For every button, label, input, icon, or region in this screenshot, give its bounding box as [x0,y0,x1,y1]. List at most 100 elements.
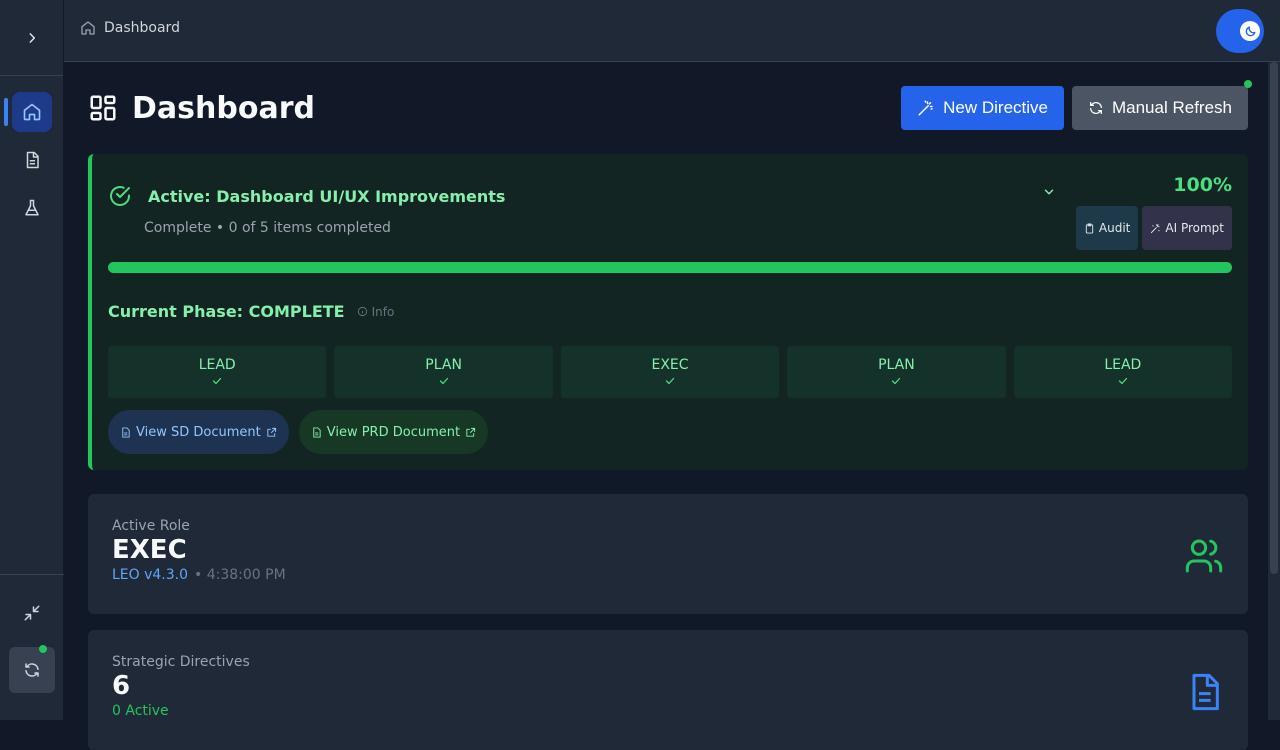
active-role-meta: LEO v4.3.0 • 4:38:00 PM [112,567,1224,583]
collapse-button[interactable] [20,601,44,625]
step-label: LEAD [198,357,236,373]
sidebar-item-experiments[interactable] [12,188,52,228]
breadcrumb[interactable]: Dashboard [80,20,180,36]
active-directives-count: 0 Active [112,703,169,719]
sidebar-expand-button[interactable] [20,26,44,50]
refresh-icon [1089,101,1102,115]
users-icon [1185,539,1223,573]
minimize-icon [24,605,40,621]
active-role-card: Active Role EXEC LEO v4.3.0 • 4:38:00 PM [88,494,1248,614]
sidebar-refresh-button[interactable] [9,645,55,693]
progress-fill [108,262,1232,273]
page-title-text: Dashboard [132,90,315,126]
title-row: Dashboard New Directive Manual Refresh [88,62,1252,154]
check-icon [892,377,901,385]
step-label: PLAN [878,357,915,373]
step-label: PLAN [425,357,462,373]
check-icon [213,377,222,385]
audit-label: Audit [1098,221,1131,235]
info-icon [357,306,367,317]
top-header: Dashboard [64,0,1280,62]
flask-icon [24,199,39,216]
strategic-directives-meta: 0 Active [112,703,1224,719]
directive-expand-button[interactable] [1042,184,1056,203]
moon-icon [1245,25,1256,36]
directive-subtitle: Complete • 0 of 5 items completed [144,220,391,236]
breadcrumb-label: Dashboard [104,20,180,36]
refresh-icon [25,663,39,677]
manual-refresh-button[interactable]: Manual Refresh [1071,86,1248,130]
phase-step: EXEC [560,346,780,398]
step-label: EXEC [651,357,689,373]
document-icon [313,426,321,438]
page-scrollbar[interactable] [1268,62,1280,720]
view-sd-label: View SD Document [136,424,261,440]
document-links: View SD Document View PRD Document [108,410,489,454]
home-icon [23,103,40,121]
phase-step: LEAD [1013,346,1233,398]
directive-progress-bar [108,262,1232,273]
ai-prompt-button[interactable]: AI Prompt [1142,206,1232,250]
magic-wand-icon [918,100,933,116]
check-icon [665,377,675,385]
audit-button[interactable]: Audit [1075,206,1139,250]
connection-status-dot [39,645,47,653]
active-role-label: Active Role [112,518,190,534]
protocol-version: LEO v4.3.0 [112,567,189,583]
check-icon [1118,377,1127,385]
phase-steps: LEAD PLAN EXEC PLAN LEAD [108,346,1233,398]
view-prd-document-button[interactable]: View PRD Document [298,410,489,454]
directive-percent: 100% [1173,174,1232,196]
document-icon-wrap [1184,672,1224,716]
scrollbar-thumb[interactable] [1270,62,1278,574]
main-content: Dashboard New Directive Manual Refresh A… [88,62,1252,750]
new-directive-label: New Directive [943,98,1048,117]
sidebar-footer [0,574,64,720]
check-circle-icon [110,186,130,206]
theme-toggle-knob [1240,21,1260,41]
directive-header[interactable]: Active: Dashboard UI/UX Improvements [108,184,505,208]
manual-refresh-label: Manual Refresh [1111,98,1232,117]
phase-step: PLAN [334,346,553,398]
external-link-icon [466,427,476,437]
phase-title: Current Phase: COMPLETE [108,302,345,321]
strategic-directives-card: Strategic Directives 6 0 Active [88,630,1248,750]
document-icon [122,426,130,438]
phase-step: PLAN [787,346,1006,398]
theme-toggle[interactable] [1216,9,1264,53]
document-icon [26,151,39,169]
users-icon-wrap [1184,536,1224,580]
sidebar-item-dashboard[interactable] [3,92,52,132]
document-icon [1192,673,1219,711]
view-prd-label: View PRD Document [326,424,461,440]
current-phase: Current Phase: COMPLETE Info [108,302,394,321]
sidebar-nav [0,76,63,228]
dashboard-grid-icon [90,95,116,121]
clipboard-icon [1085,222,1094,234]
header-actions: New Directive Manual Refresh [901,80,1252,130]
sidebar [0,0,64,720]
home-icon [81,21,95,35]
active-role-value: EXEC [112,535,187,565]
live-status-dot [1244,80,1252,88]
strategic-directives-count: 6 [112,671,131,701]
chevron-down-icon [1044,189,1054,195]
view-sd-document-button[interactable]: View SD Document [108,410,289,454]
page-title: Dashboard [88,91,315,126]
sidebar-item-documents[interactable] [12,140,52,180]
strategic-directives-label: Strategic Directives [112,654,250,670]
sidebar-header [0,0,63,76]
info-label: Info [371,304,395,319]
directive-title: Active: Dashboard UI/UX Improvements [148,186,506,206]
ai-prompt-label: AI Prompt [1165,221,1224,235]
step-label: LEAD [1104,357,1142,373]
new-directive-button[interactable]: New Directive [901,86,1064,130]
chevron-right-icon [29,32,35,43]
last-updated-time: • 4:38:00 PM [194,567,286,583]
phase-info-button[interactable]: Info [357,304,395,319]
active-directive-panel: Active: Dashboard UI/UX Improvements Com… [88,154,1248,470]
phase-step: LEAD [108,346,327,398]
sparkles-icon [1151,223,1160,233]
external-link-icon [267,427,276,437]
check-icon [439,377,448,385]
